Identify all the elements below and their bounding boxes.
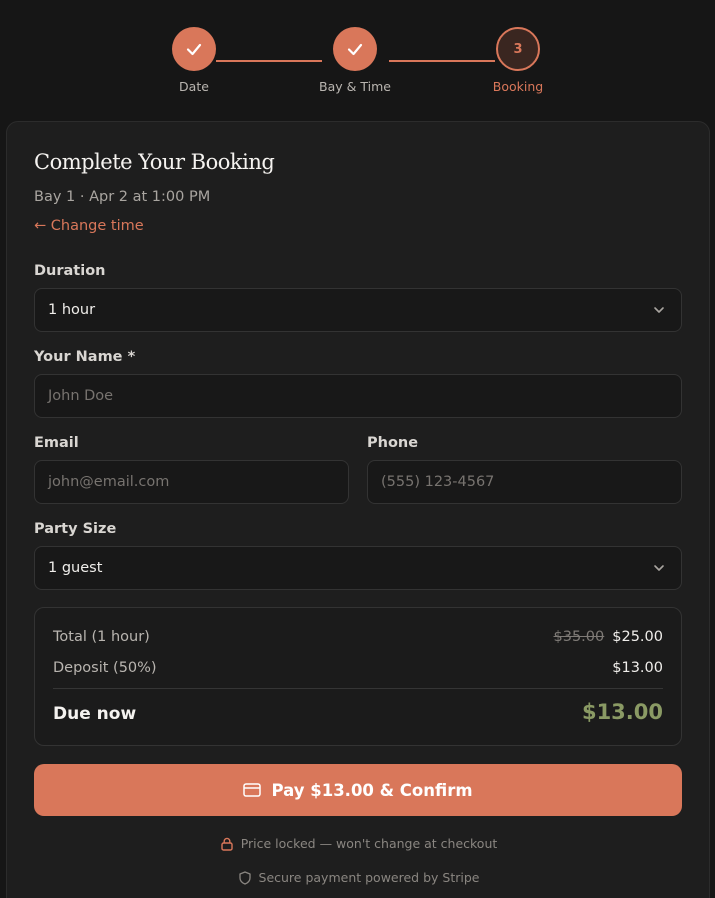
party-size-value: 1 guest	[48, 560, 103, 576]
name-input[interactable]: John Doe	[34, 374, 682, 418]
total-label: Total (1 hour)	[53, 629, 150, 645]
booking-card: Complete Your Booking Bay 1 · Apr 2 at 1…	[6, 121, 710, 898]
phone-input[interactable]: (555) 123-4567	[367, 460, 682, 504]
chevron-down-icon	[654, 565, 664, 571]
check-icon	[186, 43, 202, 56]
duration-value: 1 hour	[48, 302, 96, 318]
discounted-price: $25.00	[612, 629, 663, 645]
secure-payment-note: Secure payment powered by Stripe	[7, 870, 711, 885]
lock-icon	[221, 837, 233, 851]
duration-select[interactable]: 1 hour	[34, 288, 682, 332]
party-size-label: Party Size	[34, 521, 117, 537]
step-connector-1	[216, 60, 322, 62]
booking-subtitle: Bay 1 · Apr 2 at 1:00 PM	[34, 189, 211, 205]
party-size-select[interactable]: 1 guest	[34, 546, 682, 590]
deposit-value: $13.00	[612, 660, 663, 676]
shield-icon	[238, 870, 251, 885]
step-number: 3	[513, 41, 523, 57]
step-bay-time-circle[interactable]	[333, 27, 377, 71]
secure-payment-text: Secure payment powered by Stripe	[258, 870, 480, 885]
duration-label: Duration	[34, 263, 106, 279]
name-placeholder: John Doe	[48, 388, 114, 404]
price-locked-text: Price locked — won't change at checkout	[240, 836, 498, 851]
price-summary: Total (1 hour) $35.00 $25.00 Deposit (50%…	[34, 607, 682, 746]
step-booking-label: Booking	[492, 79, 544, 94]
phone-label: Phone	[367, 435, 419, 451]
name-label: Your Name *	[34, 349, 136, 365]
pay-confirm-button[interactable]: Pay $13.00 & Confirm	[34, 764, 682, 816]
check-icon	[347, 43, 363, 56]
step-date-circle[interactable]	[172, 27, 216, 71]
change-time-link[interactable]: ← Change time	[34, 218, 144, 234]
original-price: $35.00	[553, 629, 605, 645]
credit-card-icon	[243, 783, 262, 797]
step-date-label: Date	[179, 79, 209, 94]
page-title: Complete Your Booking	[34, 150, 275, 174]
step-bay-time-label: Bay & Time	[319, 79, 391, 94]
due-now-label: Due now	[53, 704, 137, 724]
step-booking-circle: 3	[496, 27, 540, 71]
chevron-down-icon	[654, 307, 664, 313]
email-input[interactable]: john@email.com	[34, 460, 349, 504]
step-connector-2	[389, 60, 495, 62]
email-placeholder: john@email.com	[48, 474, 170, 490]
due-now-value: $13.00	[581, 700, 663, 724]
deposit-label: Deposit (50%)	[53, 660, 157, 676]
price-locked-note: Price locked — won't change at checkout	[7, 836, 711, 851]
progress-stepper: Date Bay & Time 3 Booking	[0, 0, 715, 120]
summary-divider	[53, 688, 663, 689]
phone-placeholder: (555) 123-4567	[381, 474, 495, 490]
email-label: Email	[34, 435, 79, 451]
pay-button-label: Pay $13.00 & Confirm	[271, 780, 473, 800]
total-value: $35.00 $25.00	[554, 629, 664, 645]
